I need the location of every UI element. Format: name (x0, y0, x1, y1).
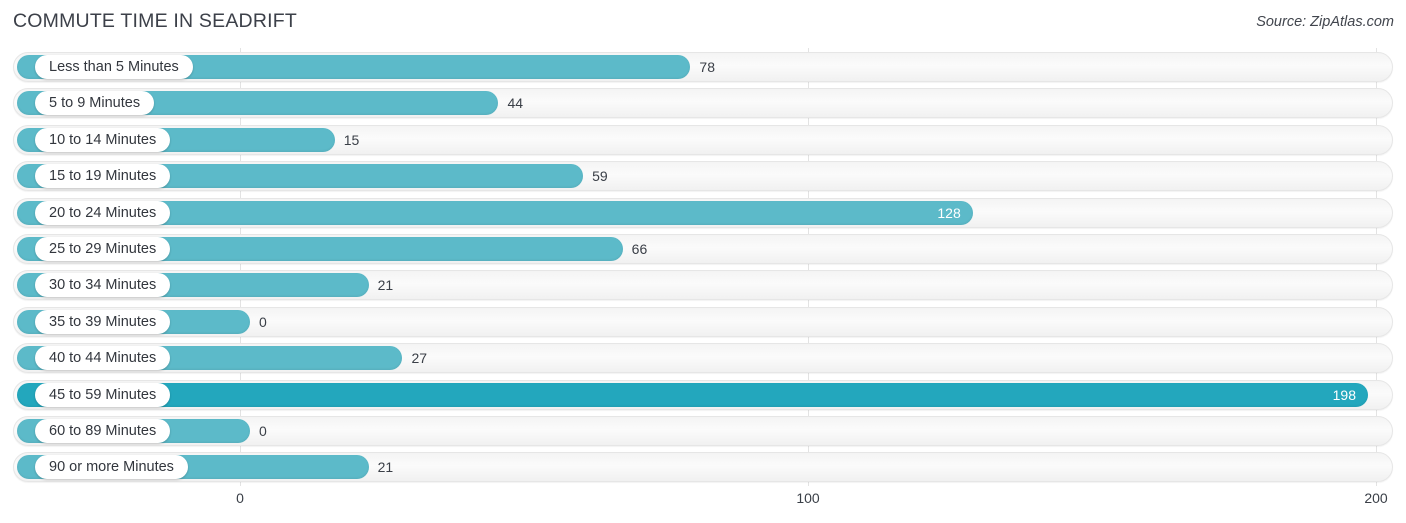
x-axis-tick-label: 100 (796, 490, 820, 506)
bar-category-label: 45 to 59 Minutes (35, 382, 171, 407)
bar-category-label: 25 to 29 Minutes (35, 237, 171, 261)
bar-row[interactable]: 60 to 89 Minutes 0 (13, 416, 1393, 446)
source-credit: Source: ZipAtlas.com (1256, 14, 1394, 30)
bar-row[interactable]: 30 to 34 Minutes 21 (13, 270, 1393, 301)
bar-row[interactable]: 40 to 44 Minutes 27 (13, 343, 1393, 374)
bar-row[interactable]: 90 or more Minutes 21 (13, 452, 1393, 483)
bar-rows: Less than 5 Minutes 78 5 to 9 Minutes 44 10 … (0, 48, 1406, 486)
bar-value-label: 0 (259, 313, 267, 330)
bar-value-label: 128 (937, 204, 961, 221)
bar-category-label: 15 to 19 Minutes (35, 164, 171, 189)
bar-category-label: Less than 5 Minutes (35, 55, 193, 79)
bar-category-label: 30 to 34 Minutes (35, 273, 171, 298)
bar-category-label: 90 or more Minutes (35, 455, 188, 480)
bar-category-label: 35 to 39 Minutes (35, 309, 171, 334)
bar-value-label: 21 (377, 277, 394, 294)
bar-value-label: 21 (377, 459, 394, 476)
bar-value-label: 44 (507, 95, 524, 112)
bar-value-label: 78 (699, 59, 715, 75)
bar-row[interactable]: 45 to 59 Minutes 198 (13, 379, 1393, 410)
x-axis-tick-label: 0 (236, 490, 244, 506)
bar-row[interactable]: 5 to 9 Minutes 44 (13, 88, 1393, 119)
bar-row[interactable]: 15 to 19 Minutes 59 (13, 161, 1393, 192)
bar-value-label: 66 (631, 241, 648, 257)
chart-container: COMMUTE TIME IN SEADRIFT Source: ZipAtla… (0, 0, 1406, 523)
bar-fill (17, 382, 1368, 407)
bar-value-label: 59 (592, 168, 608, 185)
bar-row[interactable]: 25 to 29 Minutes 66 (13, 234, 1393, 264)
x-axis: 0 100 200 (0, 486, 1406, 523)
bar-row[interactable]: 35 to 39 Minutes 0 (13, 306, 1393, 337)
bar-category-label: 40 to 44 Minutes (35, 346, 171, 371)
bar-category-label: 10 to 14 Minutes (35, 127, 171, 152)
page-title: COMMUTE TIME IN SEADRIFT (13, 10, 297, 32)
plot-area: Less than 5 Minutes 78 5 to 9 Minutes 44 10 … (0, 48, 1406, 486)
bar-value-label: 0 (259, 423, 267, 439)
bar-value-label: 27 (411, 350, 428, 367)
chart-header: COMMUTE TIME IN SEADRIFT Source: ZipAtla… (0, 0, 1406, 44)
bar-row[interactable]: Less than 5 Minutes 78 (13, 52, 1393, 82)
bar-value-label: 15 (343, 131, 360, 148)
bar-category-label: 5 to 9 Minutes (35, 91, 155, 116)
bar-row[interactable]: 20 to 24 Minutes 128 (13, 197, 1393, 228)
bar-category-label: 20 to 24 Minutes (35, 200, 171, 225)
bar-row[interactable]: 10 to 14 Minutes 15 (13, 124, 1393, 155)
x-axis-tick-label: 200 (1364, 490, 1388, 506)
bar-value-label: 198 (1332, 386, 1356, 403)
bar-category-label: 60 to 89 Minutes (35, 419, 171, 443)
